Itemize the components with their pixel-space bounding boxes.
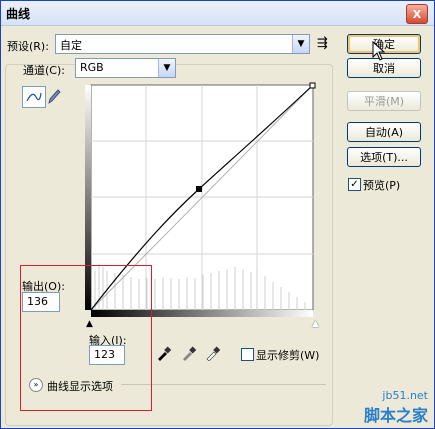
gray-eyedropper-icon[interactable] <box>181 345 197 361</box>
mouse-cursor-icon <box>372 41 386 61</box>
channel-label: 通道(C): <box>23 64 65 77</box>
watermark-site: jb51.net <box>382 389 428 402</box>
watermark-name: 脚本之家 <box>363 406 428 425</box>
curve-point <box>196 186 202 192</box>
pencil-tool-icon[interactable] <box>46 87 62 105</box>
curve-point-tool-icon[interactable] <box>22 86 46 108</box>
black-eyedropper-icon[interactable] <box>156 345 172 361</box>
white-eyedropper-icon[interactable] <box>205 345 221 361</box>
chevron-down-icon: ▼ <box>158 59 175 77</box>
preset-label: 预设(R): <box>7 40 49 53</box>
watermark: jb51.net 脚本之家 <box>364 389 428 426</box>
show-clipping-checkbox[interactable] <box>241 348 254 361</box>
title-bar: 曲线 X <box>1 1 434 26</box>
cancel-button[interactable]: 取消 <box>347 58 421 78</box>
preview-checkbox[interactable]: ✓ <box>348 178 361 191</box>
preset-value: 自定 <box>60 39 82 52</box>
show-clipping-label: 显示修剪(W) <box>256 349 320 362</box>
channel-select[interactable]: RGB ▼ <box>75 58 176 78</box>
preset-select[interactable]: 自定 ▼ <box>55 34 310 54</box>
dialog-title: 曲线 <box>6 7 31 21</box>
curves-dialog: 曲线 X 预设(R): 自定 ▼ ⇶ 确定 取消 平滑(M) 自动(A) 选项(… <box>0 0 435 429</box>
highlight-box <box>20 265 152 411</box>
list-menu-icon[interactable]: ⇶ <box>317 36 328 51</box>
options-button[interactable]: 选项(T)... <box>347 147 421 167</box>
smooth-button[interactable]: 平滑(M) <box>347 91 421 111</box>
curve-endpoint <box>309 82 316 89</box>
white-point-slider[interactable]: ▲ <box>312 319 319 329</box>
close-button[interactable]: X <box>406 4 428 24</box>
channel-value: RGB <box>80 61 104 74</box>
auto-button[interactable]: 自动(A) <box>347 122 421 142</box>
preview-label: 预览(P) <box>363 179 401 192</box>
chevron-down-icon: ▼ <box>292 35 309 53</box>
